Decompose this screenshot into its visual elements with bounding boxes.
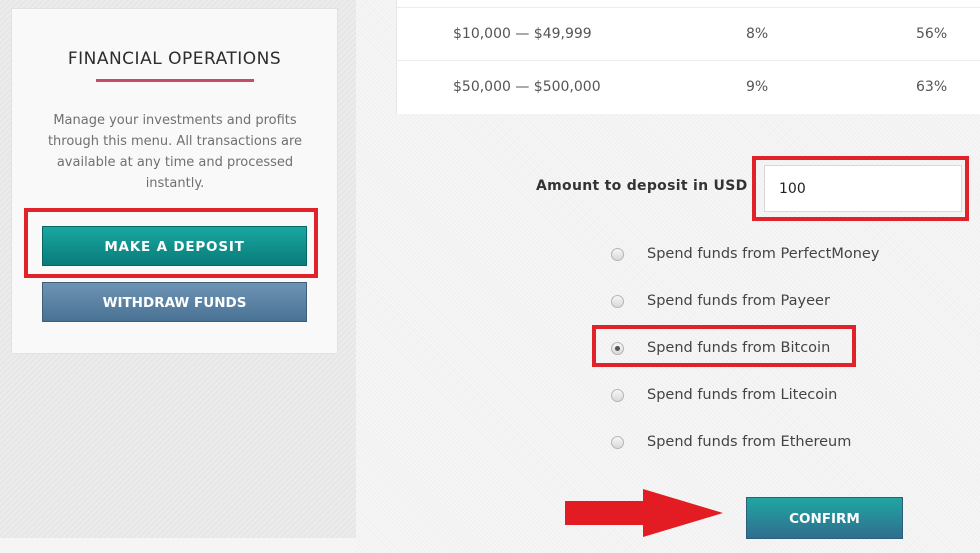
payment-option-label: Spend funds from Ethereum [647,434,852,450]
radio-button-selected[interactable] [611,342,624,355]
amount-label: Amount to deposit in USD [536,178,748,194]
red-arrow-right-icon [565,489,723,537]
confirm-button[interactable]: CONFIRM [746,497,903,539]
radio-button[interactable] [611,248,624,261]
plans-table: $10,000 — $49,999 8% 56% $50,000 — $500,… [396,0,980,114]
radio-button[interactable] [611,295,624,308]
title-underline [96,79,254,82]
table-cell-rate: 9% [746,79,769,95]
table-row: $10,000 — $49,999 8% 56% [397,8,980,60]
payment-option-label: Spend funds from PerfectMoney [647,246,880,262]
table-cell-rate: 8% [746,26,769,42]
radio-button[interactable] [611,436,624,449]
table-row: $50,000 — $500,000 9% 63% [397,61,980,113]
panel-description: Manage your investments and profits thro… [47,113,303,191]
withdraw-funds-button[interactable]: WITHDRAW FUNDS [42,282,307,322]
table-cell-range: $10,000 — $49,999 [453,26,592,42]
payment-option-label: Spend funds from Bitcoin [647,340,831,356]
table-cell-total: 56% [916,26,948,42]
payment-option-label: Spend funds from Payeer [647,293,830,309]
footer-strip [0,538,356,553]
payment-option-label: Spend funds from Litecoin [647,387,838,403]
table-cell-total: 63% [916,79,948,95]
table-cell-range: $50,000 — $500,000 [453,79,601,95]
amount-input[interactable] [764,165,962,212]
radio-button[interactable] [611,389,624,402]
panel-title: FINANCIAL OPERATIONS [67,49,282,69]
make-deposit-button[interactable]: MAKE A DEPOSIT [42,226,307,266]
